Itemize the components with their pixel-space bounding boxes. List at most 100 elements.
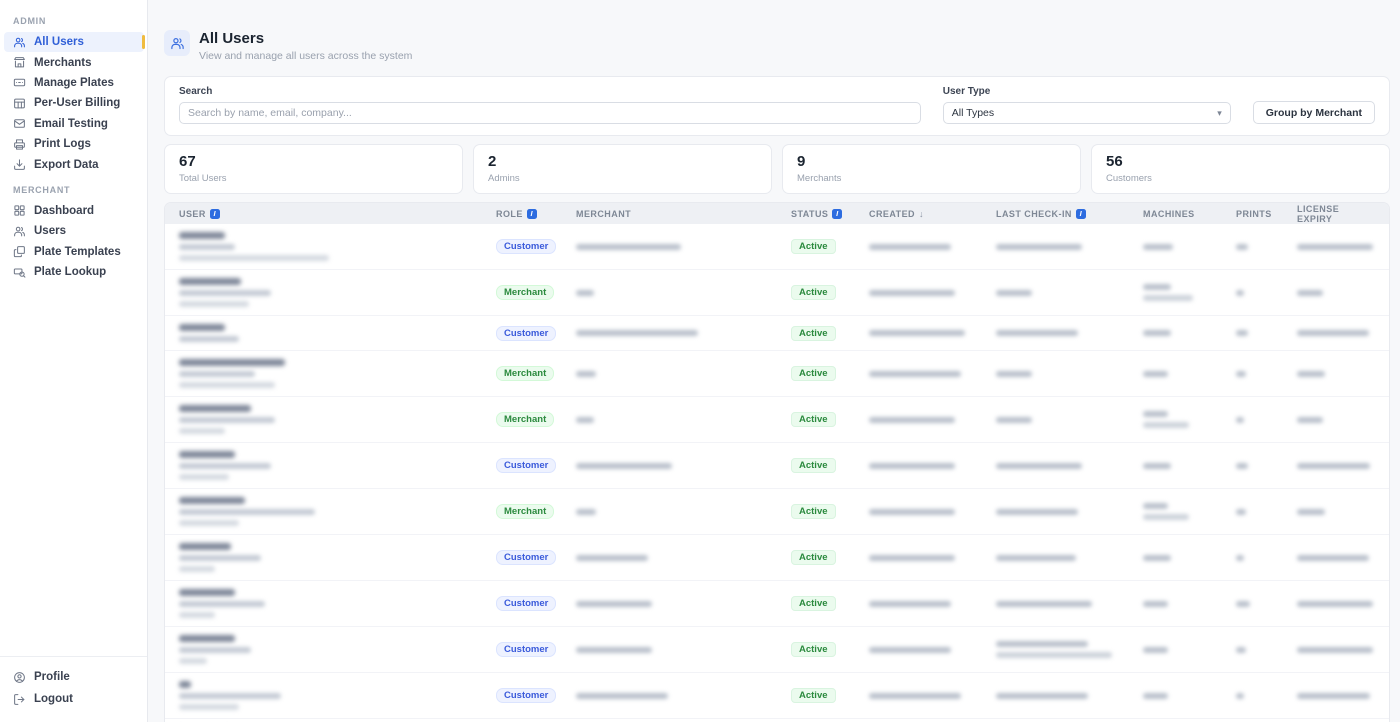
last-checkin-cell [996,330,1143,336]
license-expiry-cell [1297,330,1375,336]
created-cell [869,244,996,250]
redacted-text [1143,422,1189,428]
status-cell: Active [791,504,869,519]
sidebar-item-users[interactable]: Users [4,221,144,241]
users-icon [164,30,190,56]
sidebar-item-print-logs[interactable]: Print Logs [4,134,144,154]
merchant-cell [576,417,791,423]
redacted-text [179,451,235,458]
sidebar-item-dashboard[interactable]: Dashboard [4,201,144,221]
prints-cell [1236,463,1297,469]
page-title: All Users [199,30,412,47]
user-cell [179,451,496,480]
sidebar-item-merchants[interactable]: Merchants [4,52,144,72]
redacted-text [1297,693,1370,699]
redacted-text [1236,244,1248,250]
table-row[interactable]: MerchantActive [165,489,1389,535]
sidebar-item-email-testing[interactable]: Email Testing [4,114,144,134]
info-icon[interactable]: i [527,209,537,219]
prints-cell [1236,555,1297,561]
license-expiry-cell [1297,463,1375,469]
user-cell [179,497,496,526]
role-badge: Customer [496,596,556,611]
sidebar-item-plate-templates[interactable]: Plate Templates [4,242,144,262]
column-header-machines[interactable]: MACHINES [1143,209,1236,219]
sidebar-item-manage-plates[interactable]: Manage Plates [4,73,144,93]
machines-cell [1143,411,1236,428]
machines-cell [1143,463,1236,469]
redacted-text [179,658,207,664]
redacted-text [869,693,961,699]
user-type-select[interactable]: All Types ▾ [943,102,1231,124]
prints-cell [1236,509,1297,515]
role-cell: Customer [496,458,576,473]
column-header-role[interactable]: ROLEi [496,209,576,219]
table-row[interactable]: CustomerActive [165,224,1389,270]
merchant-cell [576,601,791,607]
table-row[interactable]: CustomerActive [165,535,1389,581]
merchant-cell [576,463,791,469]
column-header-merchant[interactable]: MERCHANT [576,209,791,219]
column-header-status[interactable]: STATUS i [791,209,869,219]
sidebar-item-profile[interactable]: Profile [4,666,144,688]
column-header-last-check-in[interactable]: LAST CHECK-INi [996,209,1143,219]
sidebar-item-per-user-billing[interactable]: Per-User Billing [4,93,144,113]
merchant-cell [576,647,791,653]
group-by-merchant-button[interactable]: Group by Merchant [1253,101,1375,124]
status-badge: Active [791,688,836,703]
table-row[interactable]: Customer Active [165,627,1389,673]
prints-cell [1236,244,1297,250]
status-cell: Active [791,458,869,473]
created-cell [869,417,996,423]
sidebar-item-export-data[interactable]: Export Data [4,154,144,174]
redacted-text [576,330,698,336]
table-row[interactable]: MerchantActive [165,270,1389,316]
plate-icon [13,76,26,89]
sidebar-section-label: MERCHANT [0,185,147,201]
sidebar-item-all-users[interactable]: All Users [4,32,144,52]
column-header-license-expiry[interactable]: LICENSE EXPIRY [1297,204,1375,224]
redacted-text [576,290,594,296]
user-cell [179,681,496,710]
status-badge: Active [791,642,836,657]
prints-cell [1236,417,1297,423]
column-header-user[interactable]: USERi [179,209,496,219]
sidebar-item-plate-lookup[interactable]: Plate Lookup [4,262,144,282]
info-icon[interactable]: i [1076,209,1086,219]
table-row[interactable]: MerchantActive [165,397,1389,443]
redacted-text [869,417,955,423]
role-cell: Customer [496,642,576,657]
status-cell: Active [791,285,869,300]
sidebar-item-logout[interactable]: Logout [4,688,144,710]
table-row[interactable]: CustomerActive [165,316,1389,351]
redacted-text [996,652,1112,658]
table-row[interactable]: CustomerActive [165,581,1389,627]
redacted-text [1143,647,1168,653]
info-icon[interactable]: i [832,209,842,219]
column-label: STATUS [791,209,828,219]
stats-row: 67Total Users2Admins9Merchants56Customer… [164,144,1390,194]
column-label: LICENSE EXPIRY [1297,204,1375,224]
search-input[interactable] [179,102,921,124]
user-cell [179,589,496,618]
redacted-text [179,681,191,688]
redacted-text [1143,503,1168,509]
table-row[interactable]: MerchantActive [165,351,1389,397]
status-cell: Active [791,688,869,703]
role-cell: Merchant [496,366,576,381]
machines-cell [1143,555,1236,561]
created-cell [869,290,996,296]
column-header-prints[interactable]: PRINTS [1236,209,1297,219]
last-checkin-cell [996,555,1143,561]
column-header-created[interactable]: CREATED↓ [869,209,996,219]
redacted-text [996,290,1032,296]
last-checkin-cell [996,371,1143,377]
role-cell: Customer [496,239,576,254]
created-cell [869,371,996,377]
table-row[interactable]: Customer Active [165,443,1389,489]
table-row[interactable]: CustomerActive [165,673,1389,719]
redacted-text [576,371,596,377]
redacted-text [1236,555,1244,561]
info-icon[interactable]: i [210,209,220,219]
sidebar-item-label: Manage Plates [34,77,114,89]
